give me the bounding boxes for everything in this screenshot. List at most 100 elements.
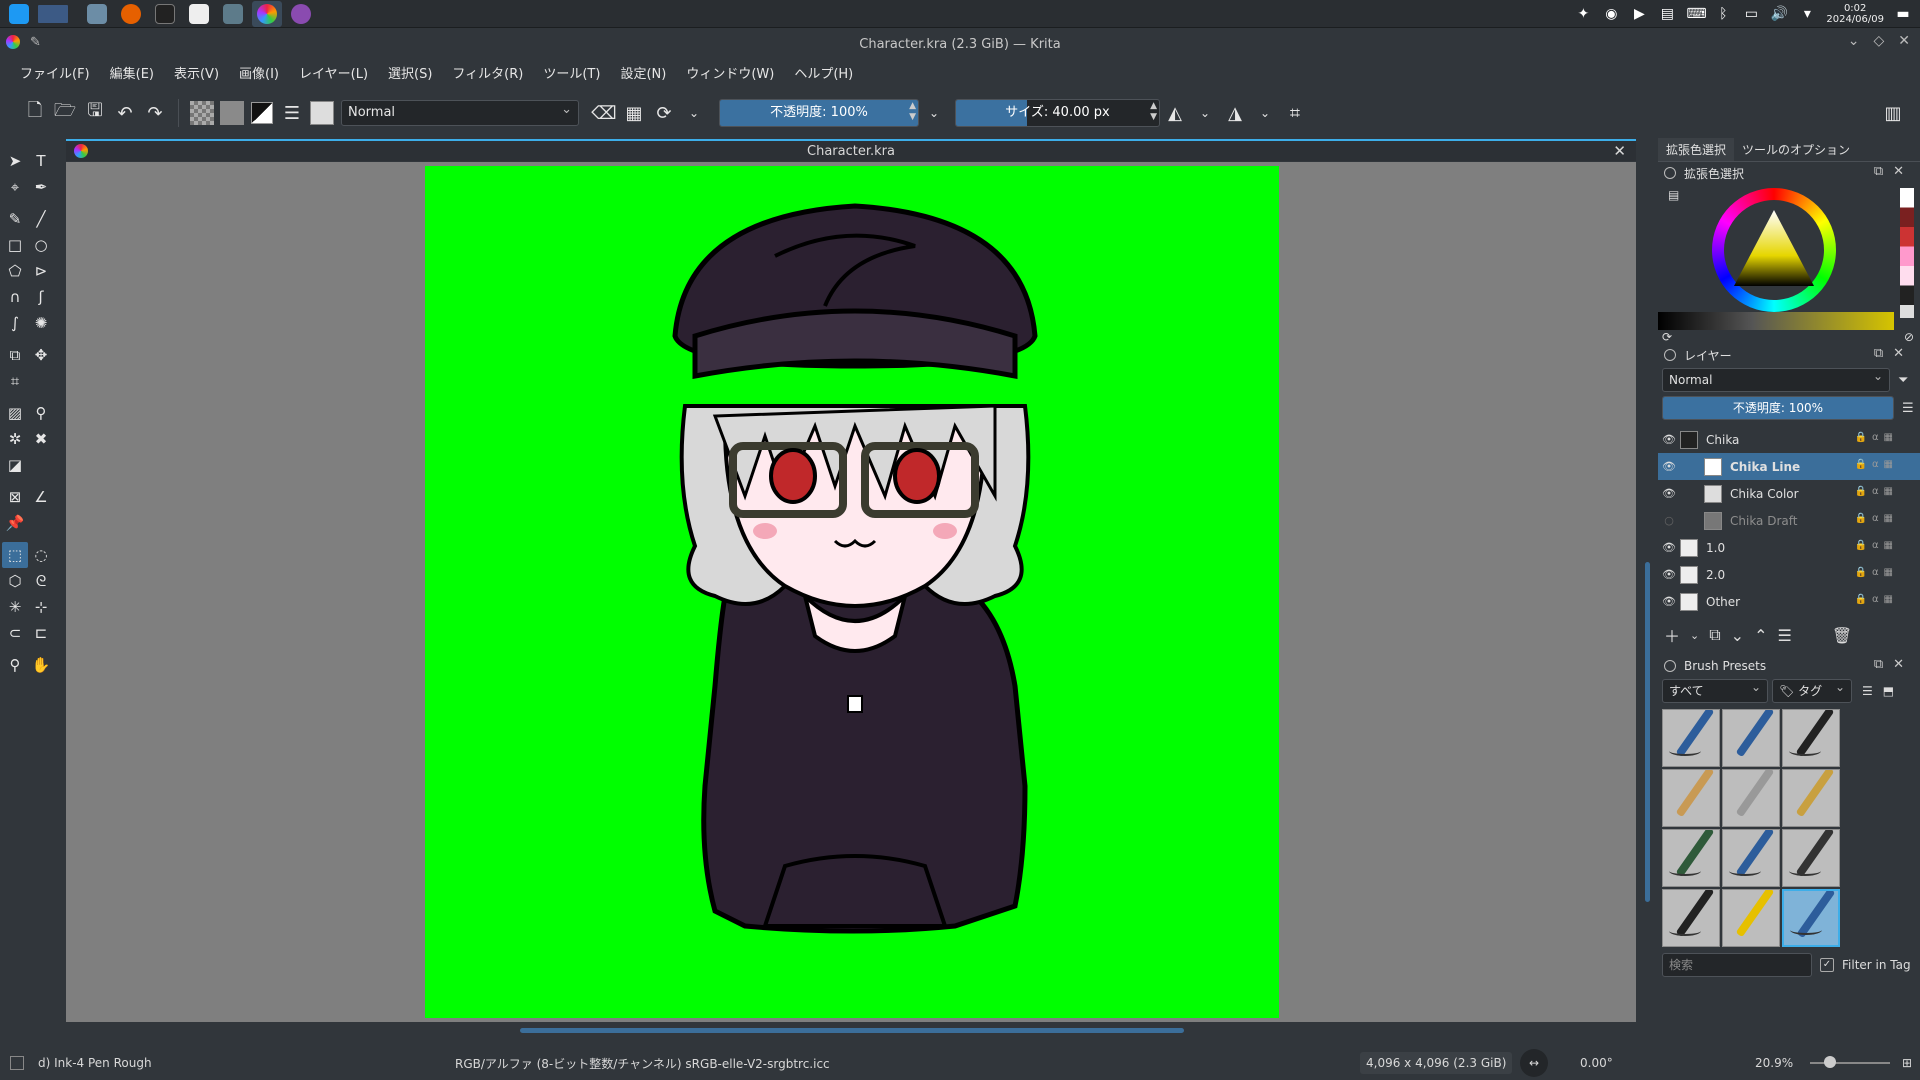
redo-icon[interactable]: ↷ [140,98,170,128]
keyboard-icon[interactable]: ⌨ [1686,6,1706,22]
menu-layer[interactable]: レイヤー(L) [289,59,378,91]
notification-icon[interactable]: ✦ [1574,6,1592,22]
multibrush-tool-icon[interactable]: ✺ [28,310,54,336]
rectangular-selection-tool-icon[interactable]: ⬚ [2,542,28,568]
smart-patch-tool-icon[interactable]: ✲ [2,426,28,452]
bezier-tool-icon[interactable]: ∩ [2,284,28,310]
vertical-scrollbar-thumb[interactable] [1645,562,1650,902]
shade-selector[interactable] [1658,312,1894,330]
brush-preset-tile[interactable] [1662,889,1720,947]
show-desktop-icon[interactable]: ▬ [1894,6,1912,22]
reload-preset-icon[interactable]: ⟳ [649,98,679,128]
opacity-spin-icon[interactable]: ▲ ▼ [909,101,916,123]
brush-preset-tile[interactable] [1782,709,1840,767]
brush-import-icon[interactable]: ⬒ [1883,684,1894,698]
save-icon[interactable]: 🖫 [80,98,110,128]
minimize-icon[interactable]: ⌄ [1848,33,1860,49]
brush-preset-tile[interactable] [1662,829,1720,887]
contiguous-selection-tool-icon[interactable]: ✳ [2,594,28,620]
firefox-icon[interactable] [116,1,146,27]
menu-image[interactable]: 画像(I) [229,59,289,91]
eraser-mode-icon[interactable]: ⌫ [589,98,619,128]
layer-flags-icon[interactable]: 🔒α▦ [1855,486,1899,497]
rotation-dial-icon[interactable]: ↔ [1520,1049,1548,1077]
pan-tool-icon[interactable]: ✋ [28,652,54,678]
tab-advanced-color-selector[interactable]: 拡張色選択 [1658,138,1735,161]
selection-mode-icon[interactable] [10,1056,24,1070]
brush-preset-tile[interactable] [1722,709,1780,767]
zoom-slider[interactable] [1810,1056,1890,1068]
terminal-icon[interactable] [150,1,180,27]
bezier-selection-tool-icon[interactable]: ⊂ [2,620,28,646]
similar-selection-tool-icon[interactable]: ⊹ [28,594,54,620]
layer-row[interactable]: 👁 1.0 🔒α▦ [1658,534,1920,561]
zoom-slider-handle[interactable] [1824,1056,1836,1068]
visibility-eye-icon[interactable]: 👁 [1658,433,1680,446]
brush-size-slider[interactable]: サイズ: 40.00 px ▲ ▼ [955,99,1160,127]
elliptical-selection-tool-icon[interactable]: ◌ [28,542,54,568]
layer-flags-icon[interactable]: 🔒α▦ [1855,432,1899,443]
color-selector-area[interactable]: ▤ ⟳ ⊘ [1658,184,1920,344]
no-color-icon[interactable]: ⊘ [1904,330,1914,344]
delete-layer-icon[interactable]: 🗑 [1832,626,1852,645]
menu-settings[interactable]: 設定(N) [610,59,676,91]
hue-ring[interactable] [1712,188,1836,312]
color-history-strip[interactable] [1900,188,1914,318]
assistant-tool-icon[interactable]: ⊠ [2,484,28,510]
filter-in-tag-checkbox[interactable]: ✓ [1820,958,1834,972]
color-settings-icon[interactable]: ▤ [1668,188,1679,202]
color-picker-tool-icon[interactable]: ⚲ [28,400,54,426]
document-tab-title[interactable]: Character.kra [807,144,895,159]
wrap-around-icon[interactable]: ⌗ [1280,98,1310,128]
transform-tool-icon[interactable]: ⧉ [2,342,28,368]
edit-shapes-tool-icon[interactable]: ⌖ [2,174,28,200]
pager-icon[interactable] [38,1,68,27]
brush-filter-select[interactable]: すべて [1662,676,1768,703]
menu-view[interactable]: 表示(V) [164,59,229,91]
crop-tool-icon[interactable]: ⌗ [2,368,28,394]
app-launcher-icon[interactable] [4,1,34,27]
close-document-icon[interactable]: ✕ [1613,142,1626,160]
brush-lock-icon[interactable] [1664,660,1676,672]
brush-preset-tile[interactable] [1662,769,1720,827]
layer-filter-icon[interactable]: ⏷ [1898,373,1908,388]
layer-flags-icon[interactable]: 🔒α▦ [1855,594,1899,605]
discord-icon[interactable]: ◉ [1602,6,1620,22]
zoom-tool-icon[interactable]: ⚲ [2,652,28,678]
visibility-eye-icon[interactable]: 👁 [1658,460,1680,473]
visibility-eye-icon[interactable]: 👁 [1658,568,1680,581]
colorize-mask-tool-icon[interactable]: ✖ [28,426,54,452]
visibility-eye-icon[interactable]: 👁 [1658,595,1680,608]
menu-edit[interactable]: 編集(E) [100,59,164,91]
menu-filter[interactable]: フィルタ(R) [442,59,533,91]
layer-flags-icon[interactable]: 🔒α▦ [1855,513,1899,524]
select-shapes-tool-icon[interactable]: ➤ [2,148,28,174]
brush-preset-tile[interactable] [1782,769,1840,827]
menu-help[interactable]: ヘルプ(H) [784,59,863,91]
mirror-h-chevron-icon[interactable]: ⌄ [1190,98,1220,128]
visibility-eye-icon[interactable]: 👁 [1658,541,1680,554]
mirror-vertical-icon[interactable]: ◮ [1220,98,1250,128]
volume-icon[interactable]: 🔊 [1770,6,1788,22]
brush-preset-tile-selected[interactable] [1782,889,1840,947]
polygon-tool-icon[interactable]: ⬠ [2,258,28,284]
status-menu-icon[interactable]: ⊞ [1902,1056,1912,1070]
freehand-path-tool-icon[interactable]: ʃ [28,284,54,310]
menu-select[interactable]: 選択(S) [378,59,442,91]
clipboard-icon[interactable]: ▤ [1658,6,1676,22]
measure-tool-icon[interactable]: ∠ [28,484,54,510]
layer-row[interactable]: 👁 Chika Color 🔒α▦ [1658,480,1920,507]
obs-icon[interactable] [286,1,316,27]
close-window-icon[interactable]: ✕ [1898,33,1910,49]
add-layer-icon[interactable]: ＋ [1664,623,1680,647]
brush-preset-tile[interactable] [1722,829,1780,887]
layer-menu-icon[interactable]: ☰ [1902,401,1914,416]
display-icon[interactable]: ▭ [1742,6,1760,22]
panel-float-close-icon[interactable]: ⧉✕ [1874,164,1914,179]
layer-flags-icon[interactable]: 🔒α▦ [1855,540,1899,551]
clock[interactable]: 0:02 2024/06/09 [1826,3,1884,25]
undo-icon[interactable]: ↶ [110,98,140,128]
calligraphy-tool-icon[interactable]: ✒ [28,174,54,200]
layer-properties-icon[interactable]: ☰ [1777,626,1791,645]
mirror-v-chevron-icon[interactable]: ⌄ [1250,98,1280,128]
